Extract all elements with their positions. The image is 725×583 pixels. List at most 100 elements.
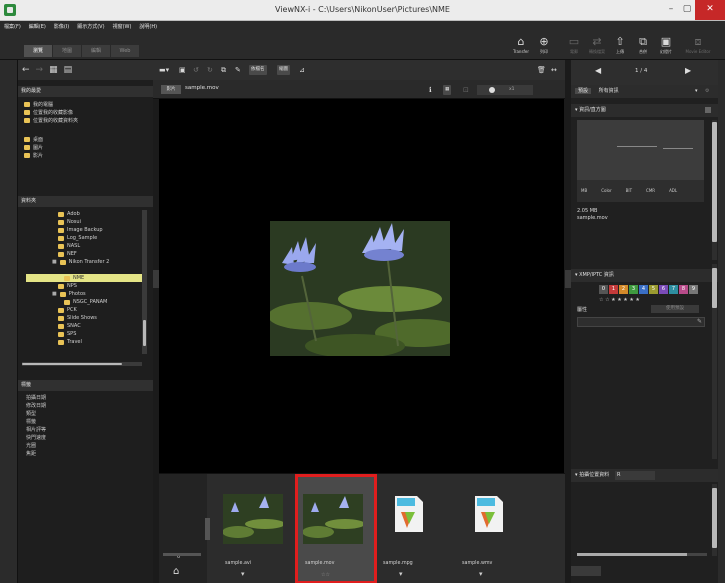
metadata-filter-item[interactable]: 光圈 [26, 442, 36, 450]
folder-item[interactable]: NEF [58, 250, 77, 258]
filmstrip-size-slider[interactable] [163, 553, 201, 556]
label-chip[interactable]: 6 [659, 285, 668, 294]
thumbnail[interactable] [222, 494, 285, 544]
folder-item[interactable]: NASL [58, 242, 80, 250]
tab-web[interactable]: Web [111, 45, 139, 57]
folder-item[interactable]: Adob [58, 210, 80, 218]
folder-item[interactable]: PCK [58, 306, 77, 314]
favorites-header[interactable]: 我的最愛 [18, 86, 153, 97]
folder-item[interactable]: Log_Sample [58, 234, 97, 242]
label-chip[interactable]: 9 [689, 285, 698, 294]
folder-item[interactable]: ■ Photos [52, 290, 86, 298]
zoom-slider-thumb[interactable] [489, 87, 495, 93]
settings-icon[interactable]: ⚙ [705, 85, 709, 98]
back-arrow-icon[interactable]: ← [22, 65, 30, 75]
trash-icon[interactable]: 🗑 [537, 65, 546, 75]
label-chip[interactable]: 3 [629, 285, 638, 294]
info-icon[interactable]: ℹ [429, 85, 432, 95]
more-icon[interactable]: ↔ [551, 65, 557, 75]
metadata-filter-item[interactable]: 類型 [26, 410, 36, 418]
metadata-filter-item[interactable]: 焦距 [26, 450, 36, 458]
label-chip[interactable]: 0 [599, 285, 608, 294]
place-item[interactable]: 影片 [24, 152, 43, 159]
grid-icon[interactable]: ▦ [49, 65, 58, 75]
folder-item[interactable]: SNAC [58, 322, 81, 330]
thumbnail[interactable] [302, 494, 365, 544]
place-item[interactable]: 桌面 [24, 136, 43, 143]
menu-view[interactable]: 顯示方式(V) [77, 23, 104, 30]
tab-browse[interactable]: 瀏覽 [24, 45, 52, 57]
xmp-scrollbar-thumb[interactable] [712, 268, 717, 308]
metadata-filter-item[interactable]: 拍攝日期 [26, 394, 46, 402]
folder-hscrollbar-thumb[interactable] [22, 363, 122, 365]
folder-item[interactable]: ■ Nikon Transfer 2 [52, 258, 109, 266]
metadata-filter-item[interactable]: 相片評等 [26, 426, 46, 434]
compare-icon[interactable]: ⧉ [221, 65, 226, 75]
metadata-filter-item[interactable]: 修改日期 [26, 402, 46, 410]
expand-icon[interactable]: ■ [52, 259, 57, 265]
use-preset-button[interactable]: 使用預設 [651, 305, 699, 313]
folder-scrollbar-thumb[interactable] [143, 320, 146, 346]
menu-window[interactable]: 視窗(W) [113, 23, 132, 30]
folder-item[interactable]: Image Backup [58, 226, 103, 234]
label-chip[interactable]: 8 [679, 285, 688, 294]
favorite-item[interactable]: 我的電腦 [24, 101, 53, 108]
info-scrollbar-thumb[interactable] [712, 122, 717, 242]
chevron-down-icon[interactable]: ▾ [695, 85, 698, 98]
menu-image[interactable]: 影像(I) [54, 23, 69, 30]
thumbnail-view-icon[interactable]: ▬▾ [159, 65, 169, 75]
location-hscrollbar-thumb[interactable] [577, 553, 687, 556]
label-chip[interactable]: 1 [609, 285, 618, 294]
next-image-icon[interactable]: ▶ [685, 66, 691, 75]
merge-button[interactable]: ⧉ 合併 [632, 34, 654, 58]
favorite-item[interactable]: 位置我的收藏資料夾 [24, 117, 78, 124]
label-chip[interactable]: 5 [649, 285, 658, 294]
favorite-item[interactable]: 位置我的收藏影像 [24, 109, 73, 116]
previous-image-icon[interactable]: ◀ [595, 66, 601, 75]
expand-icon[interactable]: ■ [52, 291, 57, 297]
location-hscrollbar[interactable] [577, 553, 707, 556]
xmp-header[interactable]: ▾ XMP/IPTC 資訊 [571, 269, 718, 282]
folder-item[interactable]: Slide Shows [58, 314, 97, 322]
metadata-header[interactable]: 標籤 [18, 380, 153, 391]
left-collapse-handle[interactable] [153, 270, 159, 288]
sort-dropdown[interactable]: 依檔名 [249, 65, 267, 75]
tab-edit[interactable]: 編輯 [82, 45, 110, 57]
filmstrip-collapse-handle[interactable] [205, 518, 210, 540]
folder-item[interactable]: Nosui [58, 218, 81, 226]
preset-dropdown[interactable]: 所有資訊 [599, 88, 619, 94]
metadata-filter-item[interactable]: 快門速度 [26, 434, 46, 442]
menu-file[interactable]: 檔案(F) [4, 23, 21, 30]
menu-help[interactable]: 說明(H) [139, 23, 157, 30]
camera-icon[interactable]: ⌂ [173, 566, 179, 577]
folder-item[interactable]: SPS [58, 330, 76, 338]
maximize-button[interactable]: ▢ [679, 0, 695, 20]
edit-icon[interactable]: ✎ [697, 318, 702, 325]
close-button[interactable]: ✕ [695, 0, 725, 20]
rotate-right-icon[interactable]: ↻ [207, 65, 213, 75]
location-header[interactable]: ▾ 拍攝位置資料 R [571, 469, 718, 482]
email-button[interactable]: ▭ 電郵 [563, 34, 585, 58]
image-viewer-icon[interactable]: ▣ [179, 65, 186, 75]
place-item[interactable]: 圖片 [24, 144, 43, 151]
display-mode-button[interactable]: ▦ [443, 85, 452, 95]
histogram-header[interactable]: ▾ 資訊/直方圖 [571, 104, 718, 117]
movie-editor-button[interactable]: ⧈ Movie Editor [678, 34, 718, 58]
info-scrollbar[interactable] [712, 120, 717, 260]
upload-button[interactable]: ⇧ 上傳 [609, 34, 631, 58]
location-scrollbar-thumb[interactable] [712, 488, 717, 548]
rotate-left-icon[interactable]: ↺ [193, 65, 199, 75]
transfer-button[interactable]: ⌂ Transfer [510, 34, 532, 58]
print-button[interactable]: ⊕ 列印 [533, 34, 555, 58]
minimize-button[interactable]: – [663, 0, 679, 20]
keyword-input[interactable]: ✎ [577, 317, 705, 327]
location-dropdown[interactable]: R [615, 471, 655, 480]
view-dropdown[interactable]: 縮圖 [277, 65, 290, 75]
metadata-filter-item[interactable]: 標籤 [26, 418, 36, 426]
xmp-scrollbar[interactable] [712, 264, 717, 459]
location-scrollbar[interactable] [712, 484, 717, 556]
folder-item[interactable]: Travel [58, 338, 82, 346]
fit-icon[interactable]: ⊡ [463, 85, 469, 95]
folder-item[interactable]: NSGC_PANAM [64, 298, 107, 306]
panel-menu-icon[interactable] [705, 107, 711, 113]
